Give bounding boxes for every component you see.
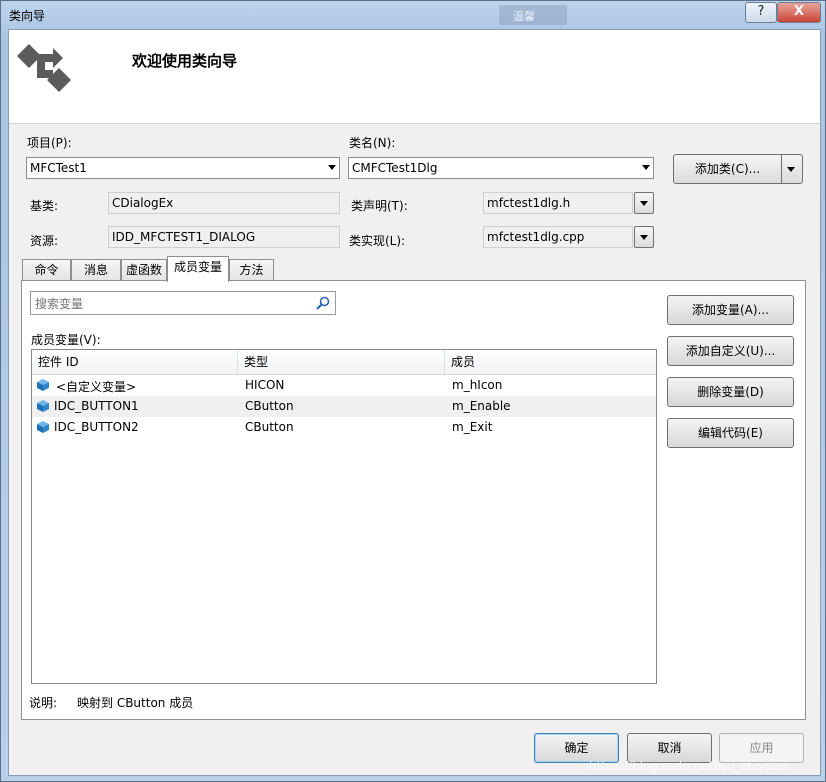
class-implementation-field: mfctest1dlg.cpp xyxy=(483,226,633,248)
help-button[interactable]: ? xyxy=(745,2,777,23)
project-combo[interactable]: MFCTest1 xyxy=(26,157,340,179)
class-wizard-window: 类向导 温馨 ? X 欢迎使用类向导 项目(P): MFCTest1 类名(N)… xyxy=(0,0,826,782)
class-implementation-dropdown[interactable] xyxy=(634,226,654,248)
class-implementation-label: 类实现(L): xyxy=(349,234,406,248)
cell-control-id: <自定义变量> xyxy=(56,380,137,394)
base-class-label: 基类: xyxy=(30,199,59,213)
class-declaration-field: mfctest1dlg.h xyxy=(483,192,633,214)
base-class-field: CDialogEx xyxy=(108,192,340,214)
cell-member: m_hIcon xyxy=(452,378,503,392)
add-variable-button[interactable]: 添加变量(A)... xyxy=(667,295,794,325)
list-header: 控件 ID 类型 成员 xyxy=(32,350,656,375)
tab-messages[interactable]: 消息 xyxy=(71,259,121,281)
title-bar: 类向导 温馨 ? X xyxy=(1,1,825,29)
wizard-banner: 欢迎使用类向导 xyxy=(9,30,820,124)
banner-title: 欢迎使用类向导 xyxy=(132,52,238,70)
class-declaration-label: 类声明(T): xyxy=(351,199,408,213)
description-text: 映射到 CButton 成员 xyxy=(77,696,194,710)
cell-control-id: IDC_BUTTON2 xyxy=(54,420,139,434)
chevron-down-icon xyxy=(787,167,795,172)
chevron-down-icon xyxy=(640,235,648,240)
class-name-label: 类名(N): xyxy=(349,136,396,150)
class-wizard-logo-icon xyxy=(17,44,71,92)
tab-commands[interactable]: 命令 xyxy=(22,259,71,281)
add-class-dropdown[interactable] xyxy=(782,154,803,184)
edit-code-button[interactable]: 编辑代码(E) xyxy=(667,418,794,448)
search-box[interactable] xyxy=(30,291,336,315)
cell-type: HICON xyxy=(245,378,285,392)
column-header-member[interactable]: 成员 xyxy=(445,350,656,374)
close-button[interactable]: X xyxy=(777,2,821,23)
window-title: 类向导 xyxy=(9,9,46,23)
table-row[interactable]: IDC_BUTTON2 CButton m_Exit xyxy=(32,417,656,438)
cell-type: CButton xyxy=(245,399,294,413)
table-row[interactable]: <自定义变量> HICON m_hIcon xyxy=(32,375,656,396)
column-header-control-id[interactable]: 控件 ID xyxy=(32,350,238,374)
blurred-title-area: 温馨 xyxy=(499,5,567,25)
cell-member: m_Enable xyxy=(452,399,511,413)
class-declaration-dropdown[interactable] xyxy=(634,192,654,214)
variable-icon xyxy=(37,421,49,433)
member-variables-label: 成员变量(V): xyxy=(31,333,101,347)
cell-member: m_Exit xyxy=(452,420,493,434)
project-label: 项目(P): xyxy=(27,136,72,150)
column-header-type[interactable]: 类型 xyxy=(238,350,445,374)
resource-field: IDD_MFCTEST1_DIALOG xyxy=(108,226,340,248)
search-icon[interactable] xyxy=(315,295,331,311)
cell-control-id: IDC_BUTTON1 xyxy=(54,399,139,413)
chevron-down-icon xyxy=(640,201,648,206)
member-variables-list[interactable]: 控件 ID 类型 成员 <自定义变量> HICON m_hIcon IDC_BU… xyxy=(31,349,657,684)
add-custom-button[interactable]: 添加自定义(U)... xyxy=(667,336,794,366)
tab-virtual-functions[interactable]: 虚函数 xyxy=(121,259,167,281)
table-row[interactable]: IDC_BUTTON1 CButton m_Enable xyxy=(32,396,656,417)
watermark-text: https://blog.csdn.net/wu_zhiyuan xyxy=(589,759,788,773)
custom-variable-icon xyxy=(37,379,49,391)
dialog-client-area: 欢迎使用类向导 项目(P): MFCTest1 类名(N): CMFCTest1… xyxy=(8,29,821,776)
add-class-button[interactable]: 添加类(C)... xyxy=(673,154,782,184)
resource-label: 资源: xyxy=(30,234,59,248)
chevron-down-icon xyxy=(642,165,650,170)
class-name-combo[interactable]: CMFCTest1Dlg xyxy=(348,157,654,179)
tab-methods[interactable]: 方法 xyxy=(229,259,274,281)
search-input[interactable] xyxy=(33,294,307,314)
delete-variable-button[interactable]: 删除变量(D) xyxy=(667,377,794,407)
variable-icon xyxy=(37,400,49,412)
chevron-down-icon xyxy=(328,165,336,170)
tab-member-variables[interactable]: 成员变量 xyxy=(167,256,229,282)
cell-type: CButton xyxy=(245,420,294,434)
description-label: 说明: xyxy=(29,696,58,710)
